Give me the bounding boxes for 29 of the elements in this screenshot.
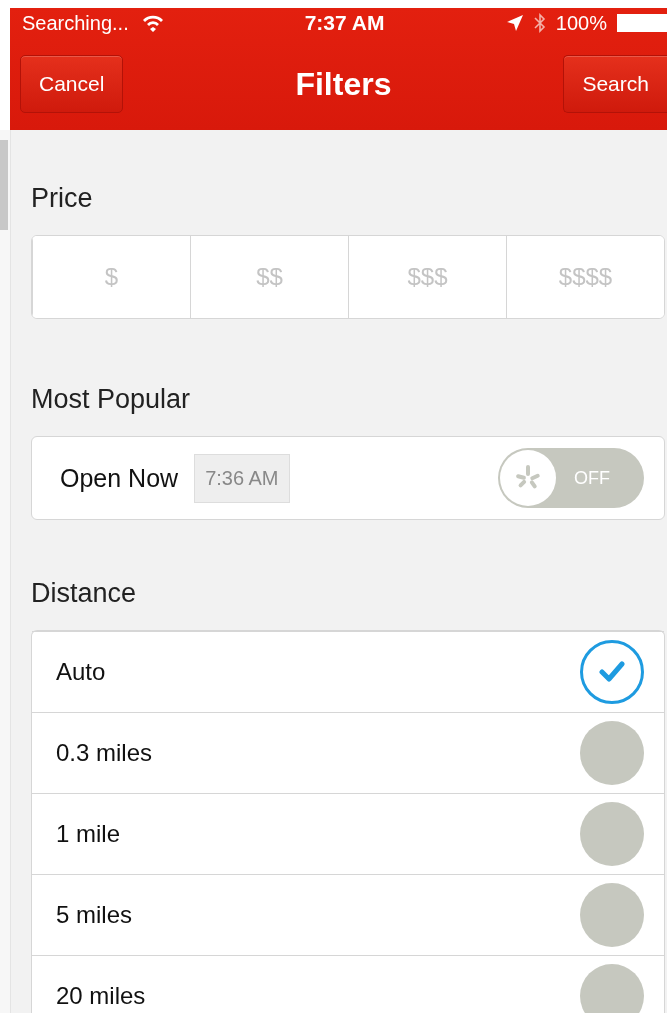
location-arrow-icon	[505, 14, 524, 32]
distance-heading: Distance	[30, 577, 138, 610]
distance-option[interactable]: 0.3 miles	[32, 712, 664, 793]
time-field: 7:36 AM	[194, 453, 290, 503]
price-heading: Price	[30, 182, 94, 215]
checked-radio[interactable]	[580, 640, 644, 704]
distance-label: 1 mile	[56, 820, 122, 848]
distance-label: Auto	[56, 658, 107, 686]
distance-label: 20 miles	[56, 982, 147, 1010]
distance-label: 0.3 miles	[56, 739, 154, 767]
distance-option[interactable]: 20 miles	[32, 955, 664, 1013]
distance-option[interactable]: Auto	[32, 631, 664, 712]
battery-icon	[617, 14, 667, 32]
battery-percent: 100%	[555, 11, 607, 35]
status-time: 7:37 AM	[304, 11, 385, 35]
distance-option[interactable]: 1 mile	[32, 793, 664, 874]
search-button[interactable]: Search	[563, 55, 667, 113]
cancel-button[interactable]: Cancel	[20, 55, 124, 113]
radio-circle[interactable]	[580, 964, 644, 1013]
bluetooth-icon	[533, 13, 546, 33]
screen-title: Filters	[295, 65, 392, 103]
carrier-text: Searching...	[22, 11, 129, 35]
distance-label: 5 miles	[56, 901, 134, 929]
open-now-label: Open Now	[60, 463, 179, 493]
checkmark-icon	[599, 661, 625, 683]
most-popular-heading: Most Popular	[30, 383, 192, 416]
distance-option[interactable]: 5 miles	[32, 874, 664, 955]
toggle-state-label: OFF	[573, 467, 611, 489]
scrollbar[interactable]	[0, 140, 8, 230]
